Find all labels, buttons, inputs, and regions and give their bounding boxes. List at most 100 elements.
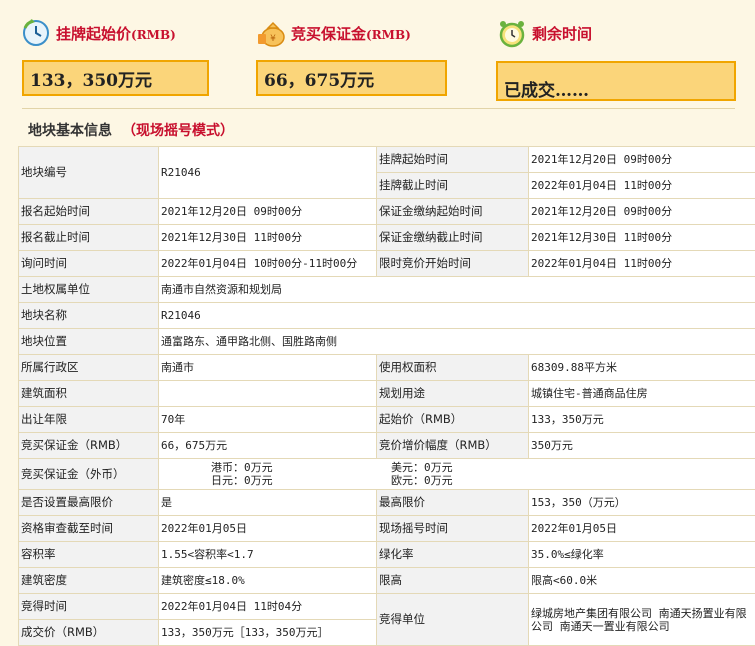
area-label: 使用权面积 bbox=[377, 355, 529, 381]
height-label: 限高 bbox=[377, 568, 529, 594]
reg-start-value: 2021年12月20日 09时00分 bbox=[159, 199, 377, 225]
table-row: 竞得时间 2022年01月04日 11时04分 竞得单位 绿城房地产集团有限公司… bbox=[19, 594, 755, 620]
list-end-label: 挂牌截止时间 bbox=[377, 173, 529, 199]
fx-deposit-label: 竞买保证金（外币） bbox=[19, 459, 159, 490]
max-price-value: 153，350（万元） bbox=[529, 490, 755, 516]
win-time-label: 竞得时间 bbox=[19, 594, 159, 620]
fx-eur: 欧元：0万元 bbox=[391, 474, 453, 487]
area-value: 68309.88平方米 bbox=[529, 355, 755, 381]
lottery-value: 2022年01月05日 bbox=[529, 516, 755, 542]
divider bbox=[22, 108, 735, 109]
list-end-value: 2022年01月04日 11时00分 bbox=[529, 173, 755, 199]
deal-price-label: 成交价（RMB） bbox=[19, 620, 159, 646]
svg-text:¥: ¥ bbox=[270, 34, 276, 44]
start-price-card: 挂牌起始价(RMB) bbox=[20, 0, 176, 66]
plot-name-label: 地块名称 bbox=[19, 303, 159, 329]
fx-jpy: 日元：0万元 bbox=[211, 474, 371, 487]
inquiry-label: 询问时间 bbox=[19, 251, 159, 277]
qualification-label: 资格审查截至时间 bbox=[19, 516, 159, 542]
qualification-value: 2022年01月05日 bbox=[159, 516, 377, 542]
green-label: 绿化率 bbox=[377, 542, 529, 568]
years-value: 70年 bbox=[159, 407, 377, 433]
table-row: 地块位置 通富路东、通甲路北侧、国胜路南侧 bbox=[19, 329, 755, 355]
win-time-value: 2022年01月04日 11时04分 bbox=[159, 594, 377, 620]
section-title: 地块基本信息（现场摇号模式） bbox=[28, 120, 234, 140]
district-value: 南通市 bbox=[159, 355, 377, 381]
refresh-clock-icon bbox=[20, 17, 52, 49]
money-bag-icon: ¥ bbox=[255, 17, 287, 49]
far-value: 1.55<容积率<1.7 bbox=[159, 542, 377, 568]
location-value: 通富路东、通甲路北侧、国胜路南侧 bbox=[159, 329, 755, 355]
bid-start-value: 2022年01月04日 11时00分 bbox=[529, 251, 755, 277]
density-value: 建筑密度≤18.0% bbox=[159, 568, 377, 594]
far-label: 容积率 bbox=[19, 542, 159, 568]
reg-end-value: 2021年12月30日 11时00分 bbox=[159, 225, 377, 251]
table-row: 容积率 1.55<容积率<1.7 绿化率 35.0%≤绿化率 bbox=[19, 542, 755, 568]
plot-no-value: R21046 bbox=[159, 147, 377, 199]
plot-no-label: 地块编号 bbox=[19, 147, 159, 199]
fx-deposit-value: 港币：0万元 美元：0万元 日元：0万元 欧元：0万元 bbox=[159, 459, 755, 490]
inquiry-value: 2022年01月04日 10时00分-11时00分 bbox=[159, 251, 377, 277]
table-row: 建筑密度 建筑密度≤18.0% 限高 限高<60.0米 bbox=[19, 568, 755, 594]
deposit-cell: 66，675万元 bbox=[159, 433, 377, 459]
table-row: 报名起始时间 2021年12月20日 09时00分 保证金缴纳起始时间 2021… bbox=[19, 199, 755, 225]
fx-usd: 美元：0万元 bbox=[391, 461, 453, 474]
location-label: 地块位置 bbox=[19, 329, 159, 355]
cap-value: 是 bbox=[159, 490, 377, 516]
start-price-value: 133，350万元 bbox=[22, 60, 209, 96]
bid-start-label: 限时竞价开始时间 bbox=[377, 251, 529, 277]
start-price-label: 起始价（RMB） bbox=[377, 407, 529, 433]
dep-start-label: 保证金缴纳起始时间 bbox=[377, 199, 529, 225]
table-row: 是否设置最高限价 是 最高限价 153，350（万元） bbox=[19, 490, 755, 516]
remaining-time-value: 已成交…… bbox=[496, 61, 736, 101]
cap-label: 是否设置最高限价 bbox=[19, 490, 159, 516]
plot-name-value: R21046 bbox=[159, 303, 755, 329]
start-price-cell: 133，350万元 bbox=[529, 407, 755, 433]
district-label: 所属行政区 bbox=[19, 355, 159, 381]
table-row: 土地权属单位 南通市自然资源和规划局 bbox=[19, 277, 755, 303]
table-row: 报名截止时间 2021年12月30日 11时00分 保证金缴纳截止时间 2021… bbox=[19, 225, 755, 251]
reg-end-label: 报名截止时间 bbox=[19, 225, 159, 251]
increment-value: 350万元 bbox=[529, 433, 755, 459]
table-row: 资格审查截至时间 2022年01月05日 现场摇号时间 2022年01月05日 bbox=[19, 516, 755, 542]
increment-label: 竞价增价幅度（RMB） bbox=[377, 433, 529, 459]
table-row: 询问时间 2022年01月04日 10时00分-11时00分 限时竞价开始时间 … bbox=[19, 251, 755, 277]
list-start-value: 2021年12月20日 09时00分 bbox=[529, 147, 755, 173]
use-value: 城镇住宅-普通商品住房 bbox=[529, 381, 755, 407]
fx-hkd: 港币：0万元 bbox=[211, 461, 371, 474]
alarm-clock-icon bbox=[496, 17, 528, 49]
green-value: 35.0%≤绿化率 bbox=[529, 542, 755, 568]
use-label: 规划用途 bbox=[377, 381, 529, 407]
owner-label: 土地权属单位 bbox=[19, 277, 159, 303]
build-area-value bbox=[159, 381, 377, 407]
lottery-label: 现场摇号时间 bbox=[377, 516, 529, 542]
density-label: 建筑密度 bbox=[19, 568, 159, 594]
table-row: 所属行政区 南通市 使用权面积 68309.88平方米 bbox=[19, 355, 755, 381]
deal-price-value: 133，350万元［133，350万元］ bbox=[159, 620, 377, 646]
deposit-value: 66，675万元 bbox=[256, 60, 447, 96]
dep-start-value: 2021年12月20日 09时00分 bbox=[529, 199, 755, 225]
winner-label: 竞得单位 bbox=[377, 594, 529, 646]
owner-value: 南通市自然资源和规划局 bbox=[159, 277, 755, 303]
winner-value: 绿城房地产集团有限公司 南通天扬置业有限公司 南通天一置业有限公司 bbox=[529, 594, 755, 646]
winner-text: 绿城房地产集团有限公司 南通天扬置业有限公司 南通天一置业有限公司 bbox=[531, 607, 753, 633]
build-area-label: 建筑面积 bbox=[19, 381, 159, 407]
remaining-time-card: 剩余时间 bbox=[496, 0, 592, 66]
table-row: 出让年限 70年 起始价（RMB） 133，350万元 bbox=[19, 407, 755, 433]
table-row: 竞买保证金（外币） 港币：0万元 美元：0万元 日元：0万元 欧元：0万元 bbox=[19, 459, 755, 490]
max-price-label: 最高限价 bbox=[377, 490, 529, 516]
table-row: 建筑面积 规划用途 城镇住宅-普通商品住房 bbox=[19, 381, 755, 407]
dep-end-value: 2021年12月30日 11时00分 bbox=[529, 225, 755, 251]
plot-info-table: 地块编号 R21046 挂牌起始时间 2021年12月20日 09时00分 挂牌… bbox=[18, 146, 755, 646]
dep-end-label: 保证金缴纳截止时间 bbox=[377, 225, 529, 251]
deposit-card: ¥ 竞买保证金(RMB) bbox=[255, 0, 411, 66]
years-label: 出让年限 bbox=[19, 407, 159, 433]
table-row: 竞买保证金（RMB） 66，675万元 竞价增价幅度（RMB） 350万元 bbox=[19, 433, 755, 459]
reg-start-label: 报名起始时间 bbox=[19, 199, 159, 225]
deposit-label: 竞买保证金（RMB） bbox=[19, 433, 159, 459]
height-value: 限高<60.0米 bbox=[529, 568, 755, 594]
list-start-label: 挂牌起始时间 bbox=[377, 147, 529, 173]
summary-bar: 挂牌起始价(RMB) 133，350万元 ¥ 竞买保证金(RMB) 66，675… bbox=[0, 0, 755, 110]
table-row: 地块名称 R21046 bbox=[19, 303, 755, 329]
table-row: 地块编号 R21046 挂牌起始时间 2021年12月20日 09时00分 bbox=[19, 147, 755, 173]
